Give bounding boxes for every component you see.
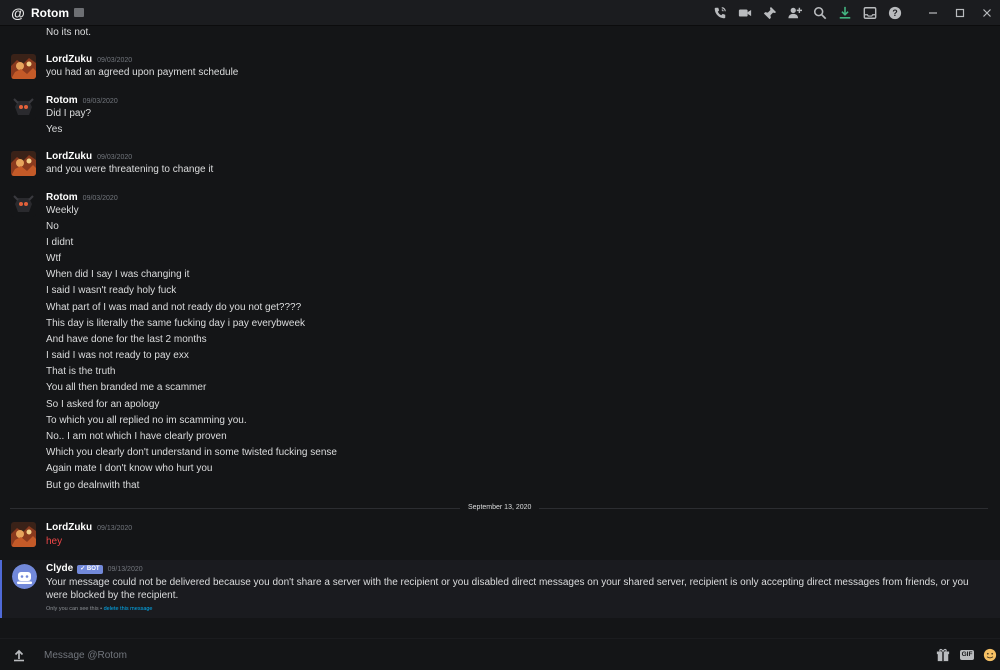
avatar[interactable] — [11, 151, 36, 176]
message-header: LordZuku 09/03/2020 — [46, 54, 132, 66]
add-friend-icon[interactable] — [782, 0, 807, 26]
message-line: hey — [46, 536, 63, 547]
message-header: Rotom 09/03/2020 — [46, 192, 118, 204]
clyde-avatar[interactable] — [12, 564, 37, 589]
close-icon[interactable] — [973, 0, 1000, 26]
message-input[interactable] — [44, 646, 914, 664]
author-name[interactable]: LordZuku — [46, 151, 92, 163]
video-call-icon[interactable] — [732, 0, 757, 26]
maximize-icon[interactable] — [946, 0, 973, 26]
toolbar: ? — [707, 0, 1000, 26]
date-divider-label: September 13, 2020 — [460, 503, 540, 513]
minimize-icon[interactable] — [919, 0, 946, 26]
message-line: When did I say I was changing it — [46, 269, 190, 280]
message-composer: GIF — [0, 638, 1000, 670]
message-line: And have done for the last 2 months — [46, 334, 207, 345]
message-line: Which you clearly don't understand in so… — [46, 447, 337, 458]
message-line: Yes — [46, 124, 63, 135]
timestamp: 09/03/2020 — [97, 154, 133, 161]
upload-icon[interactable] — [12, 648, 26, 662]
message-list[interactable]: No its not. LordZuku 09/03/2020 you had … — [0, 27, 1000, 620]
channel-name: Rotom — [31, 5, 69, 20]
message-header: LordZuku 09/13/2020 — [46, 522, 132, 534]
ephemeral-note: Only you can see this • delete this mess… — [46, 606, 153, 613]
message-header: Rotom 09/03/2020 — [46, 95, 118, 107]
author-name[interactable]: LordZuku — [46, 522, 92, 534]
search-icon[interactable] — [807, 0, 832, 26]
inbox-icon[interactable] — [857, 0, 882, 26]
bot-badge: ✓ BOT — [77, 564, 103, 574]
message-line: Again mate I don't know who hurt you — [46, 463, 213, 474]
author-name[interactable]: Rotom — [46, 192, 78, 204]
timestamp: 09/13/2020 — [97, 525, 133, 532]
author-name[interactable]: LordZuku — [46, 54, 92, 66]
message-line: What part of I was mad and not ready do … — [46, 302, 302, 313]
message-line: But go dealnwith that — [46, 480, 140, 491]
message-line: No — [46, 221, 59, 232]
at-icon: @ — [11, 4, 25, 21]
status-icon — [74, 8, 84, 17]
author-name[interactable]: Rotom — [46, 95, 78, 107]
message-line: and you were threatening to change it — [46, 164, 214, 175]
message-header: LordZuku 09/03/2020 — [46, 151, 132, 163]
gif-label: GIF — [959, 650, 975, 660]
pin-icon[interactable] — [757, 0, 782, 26]
author-name[interactable]: Clyde — [46, 563, 73, 575]
message-line: Wtf — [46, 253, 61, 264]
message-line: To which you all replied no im scamming … — [46, 415, 247, 426]
help-glyph: ? — [892, 8, 897, 18]
gif-button[interactable]: GIF — [958, 647, 976, 663]
emoji-icon[interactable] — [982, 647, 998, 663]
message-line: I said I wasn't ready holy fuck — [46, 285, 177, 296]
avatar[interactable] — [11, 95, 36, 120]
message-line: I said I was not ready to pay exx — [46, 350, 189, 361]
system-message: Clyde ✓ BOT 09/13/2020 Your message coul… — [0, 560, 1000, 618]
system-message-text: Your message could not be delivered beca… — [46, 577, 969, 601]
delete-message-link[interactable]: delete this message — [104, 606, 153, 612]
download-icon[interactable] — [832, 0, 857, 26]
timestamp: 09/13/2020 — [107, 566, 143, 573]
message-header: Clyde ✓ BOT 09/13/2020 — [46, 563, 143, 575]
message-line: You all then branded me a scammer — [46, 382, 207, 393]
timestamp: 09/03/2020 — [82, 195, 118, 202]
help-icon[interactable]: ? — [882, 0, 907, 26]
title-bar: @ Rotom ? — [0, 0, 1000, 26]
message-line: you had an agreed upon payment schedule — [46, 67, 239, 78]
message-line: Weekly — [46, 205, 79, 216]
avatar[interactable] — [11, 192, 36, 217]
timestamp: 09/03/2020 — [82, 98, 118, 105]
avatar[interactable] — [11, 522, 36, 547]
message-line: Did I pay? — [46, 108, 92, 119]
ephemeral-note-text: Only you can see this • — [46, 606, 103, 612]
message-line: No its not. — [46, 27, 92, 38]
message-line: I didnt — [46, 237, 74, 248]
message-line: No.. I am not which I have clearly prove… — [46, 431, 227, 442]
phone-call-icon[interactable] — [707, 0, 732, 26]
avatar[interactable] — [11, 54, 36, 79]
timestamp: 09/03/2020 — [97, 57, 133, 64]
message-line: That is the truth — [46, 366, 116, 377]
message-line: This day is literally the same fucking d… — [46, 318, 306, 329]
message-line: So I asked for an apology — [46, 399, 160, 410]
gift-icon[interactable] — [935, 647, 950, 663]
